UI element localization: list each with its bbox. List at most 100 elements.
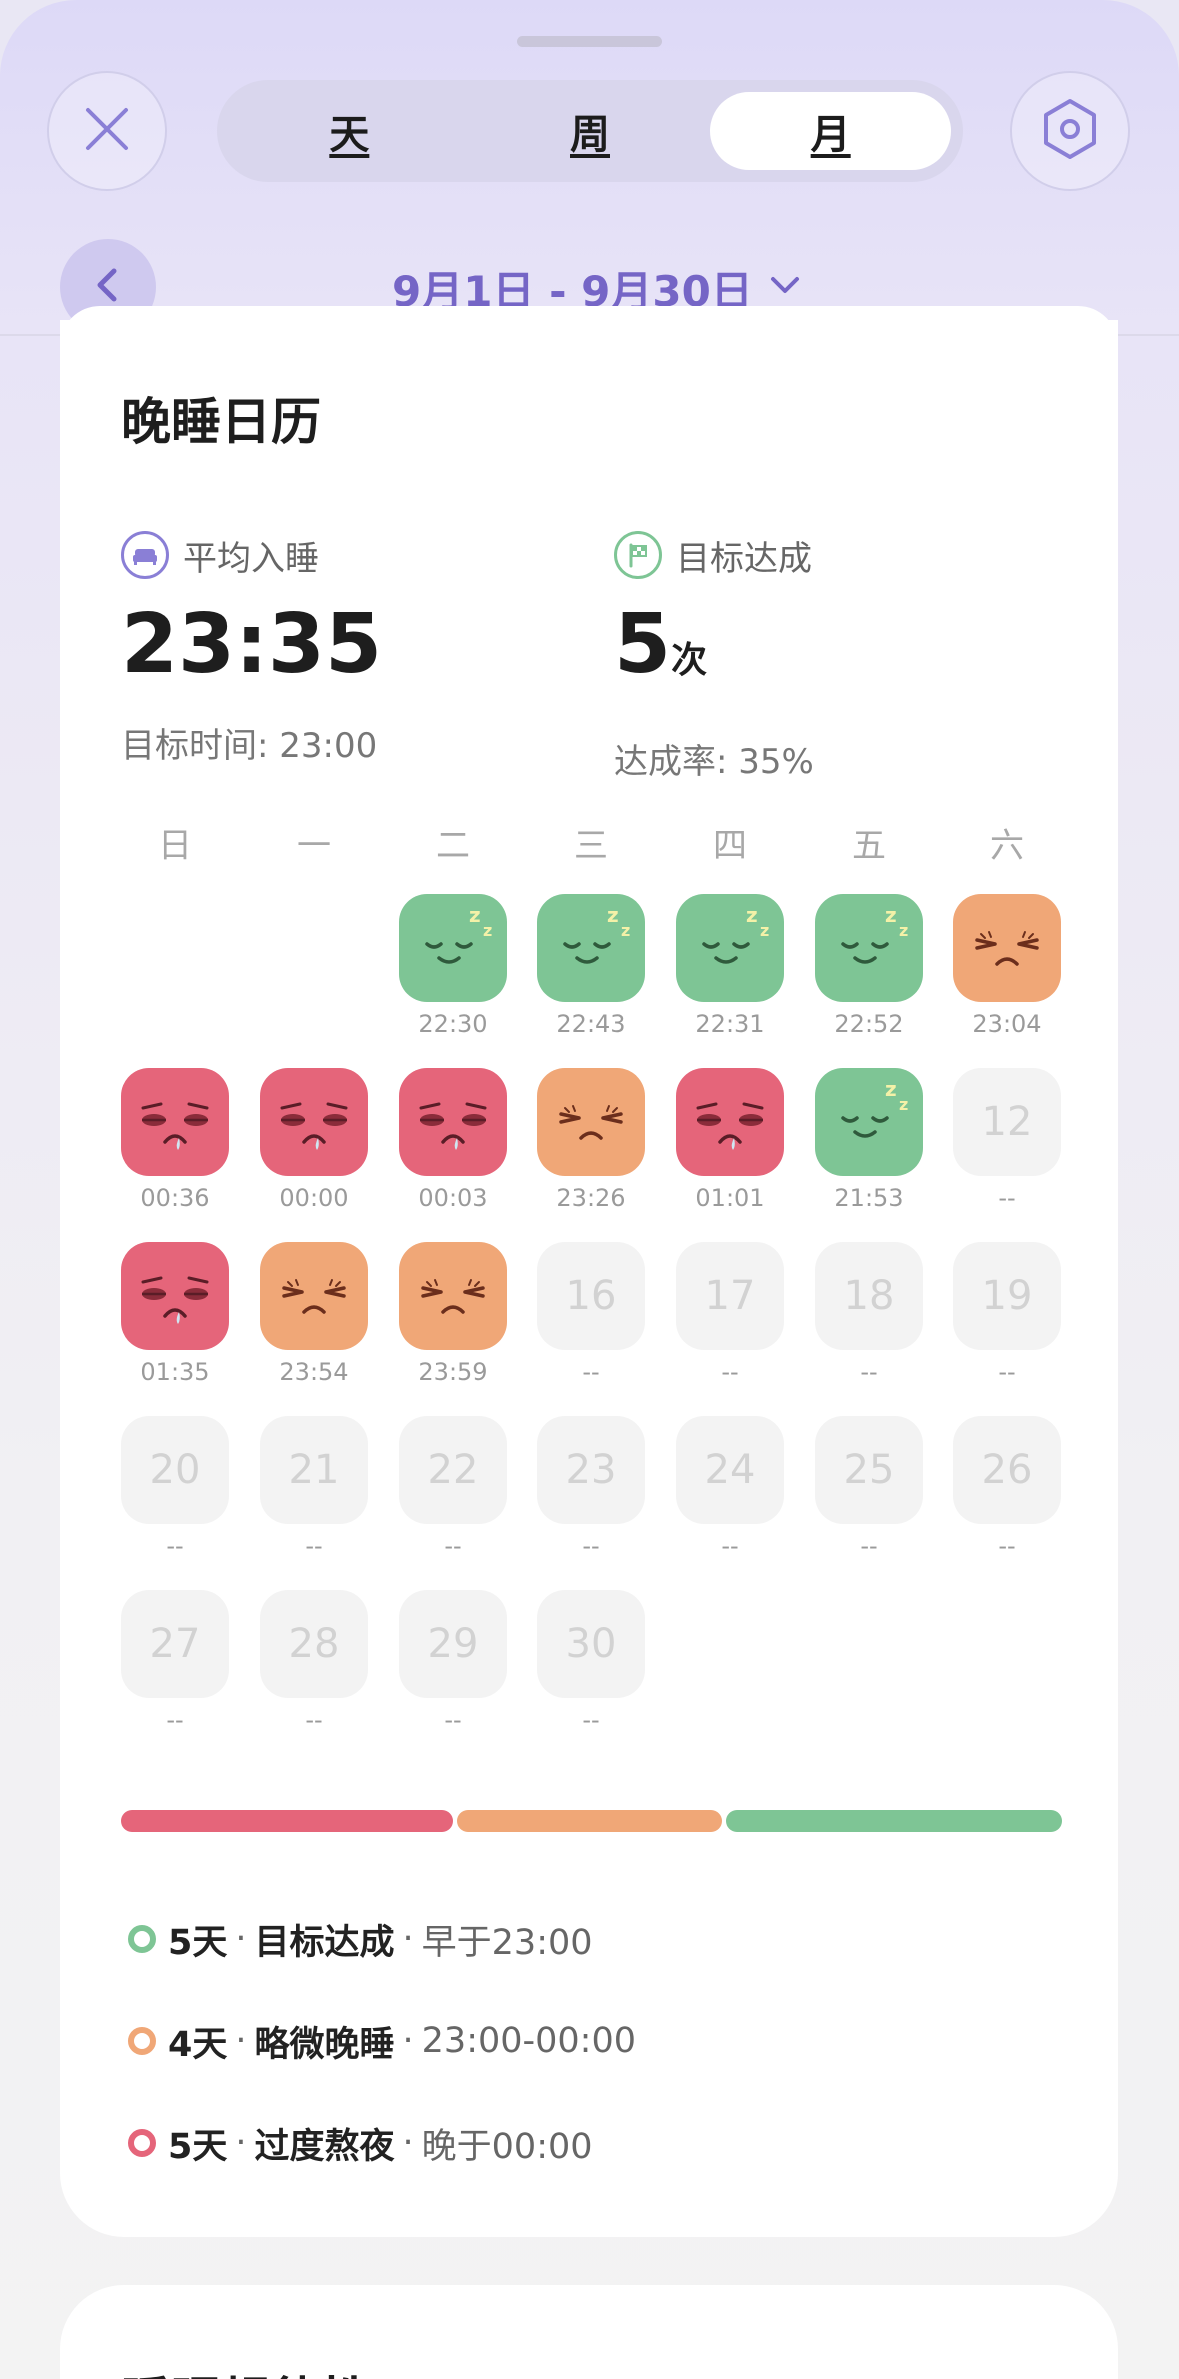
calendar-day[interactable] [121, 1242, 229, 1350]
day-number: 17 [704, 1273, 756, 1319]
goal-unit: 次 [671, 640, 708, 681]
calendar-day[interactable]: 28 [260, 1590, 368, 1698]
bottom-sheet: 天 周 月 9月1日 - 9月30日 晚睡日历 平均入睡 23:35 目标时间:… [0, 0, 1179, 2379]
goal-achieved-value: 5次 [614, 604, 814, 702]
bedtime-label: 00:36 [140, 1184, 210, 1212]
day-number: 18 [843, 1273, 895, 1319]
calendar-day[interactable]: 17 [676, 1242, 784, 1350]
bedtime-label: 00:03 [418, 1184, 488, 1212]
bedtime-label: -- [444, 1532, 462, 1560]
goal-achieved-stat: 目标达成 5次 达成率: 35% [614, 528, 814, 783]
sleepy-face-icon: zz [815, 1068, 923, 1176]
bedtime-label: -- [582, 1358, 600, 1386]
bedtime-label: 22:52 [834, 1010, 904, 1038]
bed-icon [121, 531, 169, 579]
weekday-label: 四 [713, 826, 747, 866]
calendar-day[interactable]: zz [399, 894, 507, 1002]
tired-face-icon [676, 1068, 784, 1176]
tab-week[interactable]: 周 [470, 92, 711, 170]
squinting-face-icon [399, 1242, 507, 1350]
average-bedtime-value: 23:35 [121, 597, 383, 692]
calendar-day[interactable]: 20 [121, 1416, 229, 1524]
weekday-label: 三 [574, 826, 608, 866]
calendar-day[interactable]: 27 [121, 1590, 229, 1698]
svg-text:z: z [621, 921, 630, 940]
squinting-face-icon [537, 1068, 645, 1176]
legend-separator: · [402, 2123, 414, 2163]
distribution-segment-slight [457, 1810, 722, 1832]
legend-dot-icon [128, 2129, 156, 2157]
close-icon [82, 104, 132, 158]
card-title: 晚睡日历 [121, 393, 321, 451]
calendar-day[interactable]: 21 [260, 1416, 368, 1524]
weekday-label: 五 [852, 826, 886, 866]
legend-separator: · [235, 2123, 247, 2163]
bedtime-label: 23:04 [972, 1010, 1042, 1038]
bedtime-label: -- [998, 1358, 1016, 1386]
legend-range: 早于23:00 [421, 1922, 593, 1963]
calendar-day[interactable]: 23 [537, 1416, 645, 1524]
calendar-day[interactable]: 24 [676, 1416, 784, 1524]
day-number: 25 [843, 1447, 895, 1493]
svg-text:z: z [899, 921, 908, 940]
bedtime-label: -- [582, 1706, 600, 1734]
calendar-day[interactable] [953, 894, 1061, 1002]
distribution-segment-good [726, 1810, 1062, 1832]
legend-range: 晚于00:00 [421, 2126, 593, 2167]
calendar-day[interactable] [260, 1242, 368, 1350]
tired-face-icon [260, 1068, 368, 1176]
bedtime-label: -- [721, 1532, 739, 1560]
svg-text:z: z [469, 903, 481, 927]
legend-label: 过度熬夜 [254, 2126, 395, 2167]
distribution-segment-late [121, 1810, 453, 1832]
bedtime-label: 23:54 [279, 1358, 349, 1386]
card2-title: 睡眠规律性 [121, 2361, 371, 2379]
calendar-day[interactable]: 29 [399, 1590, 507, 1698]
calendar-day[interactable]: zz [815, 894, 923, 1002]
calendar-day[interactable] [399, 1068, 507, 1176]
bedtime-label: -- [998, 1184, 1016, 1212]
day-number: 24 [704, 1447, 756, 1493]
calendar-day[interactable] [676, 1068, 784, 1176]
calendar-day[interactable]: 26 [953, 1416, 1061, 1524]
bedtime-label: 22:30 [418, 1010, 488, 1038]
svg-text:z: z [885, 903, 897, 927]
day-number: 19 [981, 1273, 1033, 1319]
bedtime-label: -- [166, 1706, 184, 1734]
tab-month[interactable]: 月 [710, 92, 952, 170]
target-time-text: 目标时间: 23:00 [121, 726, 378, 766]
svg-text:z: z [760, 921, 769, 940]
calendar-day[interactable]: zz [676, 894, 784, 1002]
legend-separator: · [235, 2021, 247, 2061]
sleepy-face-icon: zz [815, 894, 923, 1002]
sheet-grabber[interactable] [517, 36, 662, 47]
tab-day[interactable]: 天 [229, 92, 470, 170]
svg-text:z: z [483, 921, 492, 940]
squinting-face-icon [953, 894, 1061, 1002]
bedtime-label: 21:53 [834, 1184, 904, 1212]
average-bedtime-stat: 平均入睡 23:35 目标时间: 23:00 [121, 528, 382, 767]
calendar-day[interactable]: 22 [399, 1416, 507, 1524]
calendar-day[interactable]: 16 [537, 1242, 645, 1350]
close-button[interactable] [47, 71, 167, 191]
calendar-day[interactable]: 19 [953, 1242, 1061, 1350]
calendar-day[interactable]: 30 [537, 1590, 645, 1698]
calendar-day[interactable]: zz [537, 894, 645, 1002]
calendar-day[interactable] [399, 1242, 507, 1350]
bedtime-label: 23:26 [556, 1184, 626, 1212]
day-number: 30 [565, 1621, 617, 1667]
legend-label: 略微晚睡 [254, 2024, 395, 2065]
calendar-day[interactable] [260, 1068, 368, 1176]
bedtime-label: -- [444, 1706, 462, 1734]
goal-count: 5 [614, 597, 672, 692]
calendar-day[interactable]: 12 [953, 1068, 1061, 1176]
day-number: 12 [981, 1099, 1033, 1145]
calendar-day[interactable]: 18 [815, 1242, 923, 1350]
calendar-day[interactable] [537, 1068, 645, 1176]
calendar-day[interactable]: zz [815, 1068, 923, 1176]
bedtime-label: 22:43 [556, 1010, 626, 1038]
settings-button[interactable] [1010, 71, 1130, 191]
calendar-day[interactable]: 25 [815, 1416, 923, 1524]
calendar-day[interactable] [121, 1068, 229, 1176]
weekday-label: 六 [990, 826, 1024, 866]
